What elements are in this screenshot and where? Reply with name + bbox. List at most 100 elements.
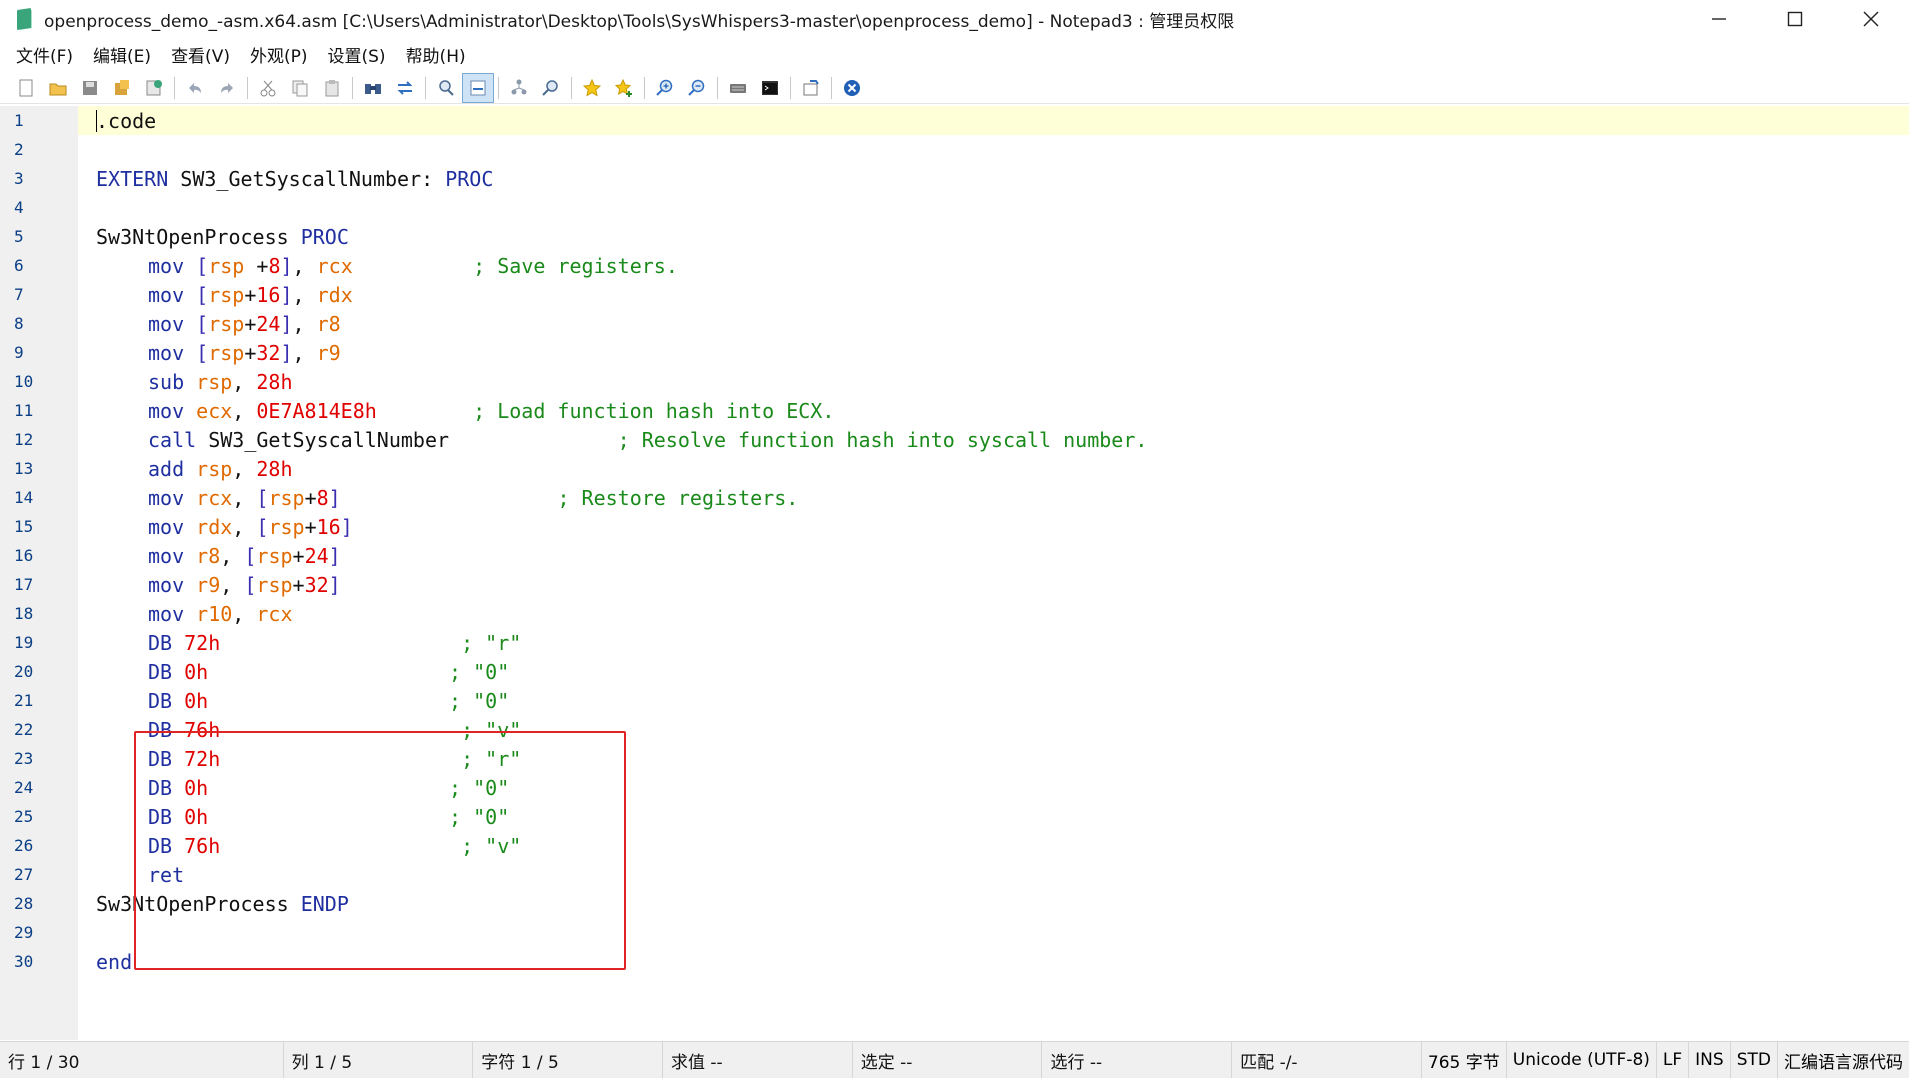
replace-button[interactable]	[389, 73, 421, 103]
code-line[interactable]: 21 DB 0h ; "0"	[0, 686, 1909, 715]
code-line[interactable]: 17 mov r9, [rsp+32]	[0, 570, 1909, 599]
code-text[interactable]: mov [rsp+32], r9	[78, 341, 341, 365]
code-text[interactable]: mov [rsp+16], rdx	[78, 283, 353, 307]
save-button[interactable]	[74, 73, 106, 103]
find-in-files-button[interactable]	[430, 73, 462, 103]
code-text[interactable]: mov rcx, [rsp+8] ; Restore registers.	[78, 486, 798, 510]
menu-settings[interactable]: 设置(S)	[318, 38, 396, 71]
code-text[interactable]: mov r9, [rsp+32]	[78, 573, 341, 597]
line-number: 15	[14, 517, 34, 536]
code-text[interactable]: .code	[78, 109, 156, 133]
code-line[interactable]: 18 mov r10, rcx	[0, 599, 1909, 628]
code-text[interactable]: mov ecx, 0E7A814E8h ; Load function hash…	[78, 399, 834, 423]
code-token: EXTERN	[96, 166, 169, 191]
code-text[interactable]: sub rsp, 28h	[78, 370, 293, 394]
add-favorite-icon	[614, 78, 632, 97]
paste-button[interactable]	[316, 73, 348, 103]
code-line[interactable]: 12 call SW3_GetSyscallNumber ; Resolve fu…	[0, 425, 1909, 454]
status-ins[interactable]: INS	[1689, 1041, 1731, 1078]
code-token: rdx	[196, 514, 233, 539]
code-line[interactable]: 19 DB 72h ; "r"	[0, 628, 1909, 657]
menu-appearance[interactable]: 外观(P)	[240, 38, 318, 71]
editor[interactable]: 1 .code 2 3 EXTERN SW3_GetSyscallNumber: PRO…	[0, 106, 1909, 1040]
zoom-in-button[interactable]	[649, 73, 681, 103]
find-button[interactable]	[357, 73, 389, 103]
word-wrap-button[interactable]	[462, 72, 494, 103]
menu-edit[interactable]: 编辑(E)	[83, 38, 161, 71]
status-encoding[interactable]: Unicode (UTF-8)	[1507, 1041, 1657, 1078]
code-line[interactable]: 10 sub rsp, 28h	[0, 367, 1909, 396]
code-line[interactable]: 1 .code	[0, 106, 1909, 135]
code-token: mov	[148, 340, 197, 365]
add-favorite-button[interactable]	[608, 73, 640, 103]
menu-help[interactable]: 帮助(H)	[396, 38, 476, 71]
code-line[interactable]: 15 mov rdx, [rsp+16]	[0, 512, 1909, 541]
code-line[interactable]: 14 mov rcx, [rsp+8] ; Restore registers.	[0, 483, 1909, 512]
code-line[interactable]: 20 DB 0h ; "0"	[0, 657, 1909, 686]
code-token: r10	[196, 601, 233, 626]
code-text[interactable]: mov rdx, [rsp+16]	[78, 515, 353, 539]
code-line[interactable]: 4	[0, 193, 1909, 222]
code-token: 32	[256, 340, 281, 365]
favorites-button[interactable]	[576, 73, 608, 103]
goto-button[interactable]	[535, 73, 567, 103]
code-line[interactable]: 3 EXTERN SW3_GetSyscallNumber: PROC	[0, 164, 1909, 193]
code-text[interactable]: DB 72h ; "r"	[78, 631, 521, 655]
status-std[interactable]: STD	[1731, 1041, 1778, 1078]
keyboard-button[interactable]	[722, 73, 754, 103]
code-text[interactable]: mov r10, rcx	[78, 602, 293, 626]
code-text[interactable]: mov [rsp +8], rcx ; Save registers.	[78, 254, 678, 278]
code-text[interactable]: DB 0h ; "0"	[78, 689, 509, 713]
code-token: 28h	[256, 456, 293, 481]
status-lexer[interactable]: 汇编语言源代码	[1778, 1042, 1909, 1078]
toolbar-separator	[352, 76, 353, 99]
code-text[interactable]: mov r8, [rsp+24]	[78, 544, 341, 568]
line-number: 26	[14, 836, 34, 855]
code-line[interactable]: 16 mov r8, [rsp+24]	[0, 541, 1909, 570]
code-text[interactable]: add rsp, 28h	[78, 457, 293, 481]
redo-button[interactable]	[211, 73, 243, 103]
cut-button[interactable]	[252, 73, 284, 103]
status-eol[interactable]: LF	[1657, 1041, 1690, 1078]
line-number: 18	[14, 604, 34, 623]
menu-view[interactable]: 查看(V)	[161, 38, 240, 71]
code-text[interactable]: mov [rsp+24], r8	[78, 312, 341, 336]
code-line[interactable]: 7 mov [rsp+16], rdx	[0, 280, 1909, 309]
notepad3-app-icon[interactable]	[14, 7, 36, 31]
code-line[interactable]: 5 Sw3NtOpenProcess PROC	[0, 222, 1909, 251]
save-as-button[interactable]	[106, 73, 138, 103]
save-copy-button[interactable]	[138, 73, 170, 103]
code-text[interactable]: end	[78, 950, 132, 974]
code-token: .code	[96, 108, 157, 133]
code-text[interactable]: call SW3_GetSyscallNumber ; Resolve func…	[78, 428, 1147, 452]
copy-button[interactable]	[284, 73, 316, 103]
code-line[interactable]: 6 mov [rsp +8], rcx ; Save registers.	[0, 251, 1909, 280]
new-button[interactable]	[10, 73, 42, 103]
code-line[interactable]: 9 mov [rsp+32], r9	[0, 338, 1909, 367]
code-line[interactable]: 11 mov ecx, 0E7A814E8h ; Load function ha…	[0, 396, 1909, 425]
code-token: PROC	[445, 166, 494, 191]
toolbar-separator	[717, 76, 718, 99]
pin-button[interactable]	[795, 73, 827, 103]
scheme-button[interactable]	[503, 73, 535, 103]
code-text[interactable]: DB 0h ; "0"	[78, 660, 509, 684]
code-token: rsp	[256, 543, 293, 568]
undo-button[interactable]	[179, 73, 211, 103]
zoom-out-button[interactable]	[681, 73, 713, 103]
toolbar-separator	[831, 76, 832, 99]
code-line[interactable]: 8 mov [rsp+24], r8	[0, 309, 1909, 338]
close-button[interactable]	[1833, 0, 1909, 38]
minimize-button[interactable]	[1681, 0, 1757, 38]
menu-file[interactable]: 文件(F)	[6, 38, 83, 71]
code-line[interactable]: 2	[0, 135, 1909, 164]
open-button[interactable]	[42, 73, 74, 103]
terminal-button[interactable]	[754, 73, 786, 103]
code-text[interactable]: EXTERN SW3_GetSyscallNumber: PROC	[78, 167, 493, 191]
exit-button[interactable]	[836, 73, 868, 103]
code-text[interactable]: Sw3NtOpenProcess PROC	[78, 225, 349, 249]
maximize-button[interactable]	[1757, 0, 1833, 38]
code-token: ]	[328, 572, 341, 597]
code-line[interactable]: 13 add rsp, 28h	[0, 454, 1909, 483]
line-number: 22	[14, 720, 34, 739]
